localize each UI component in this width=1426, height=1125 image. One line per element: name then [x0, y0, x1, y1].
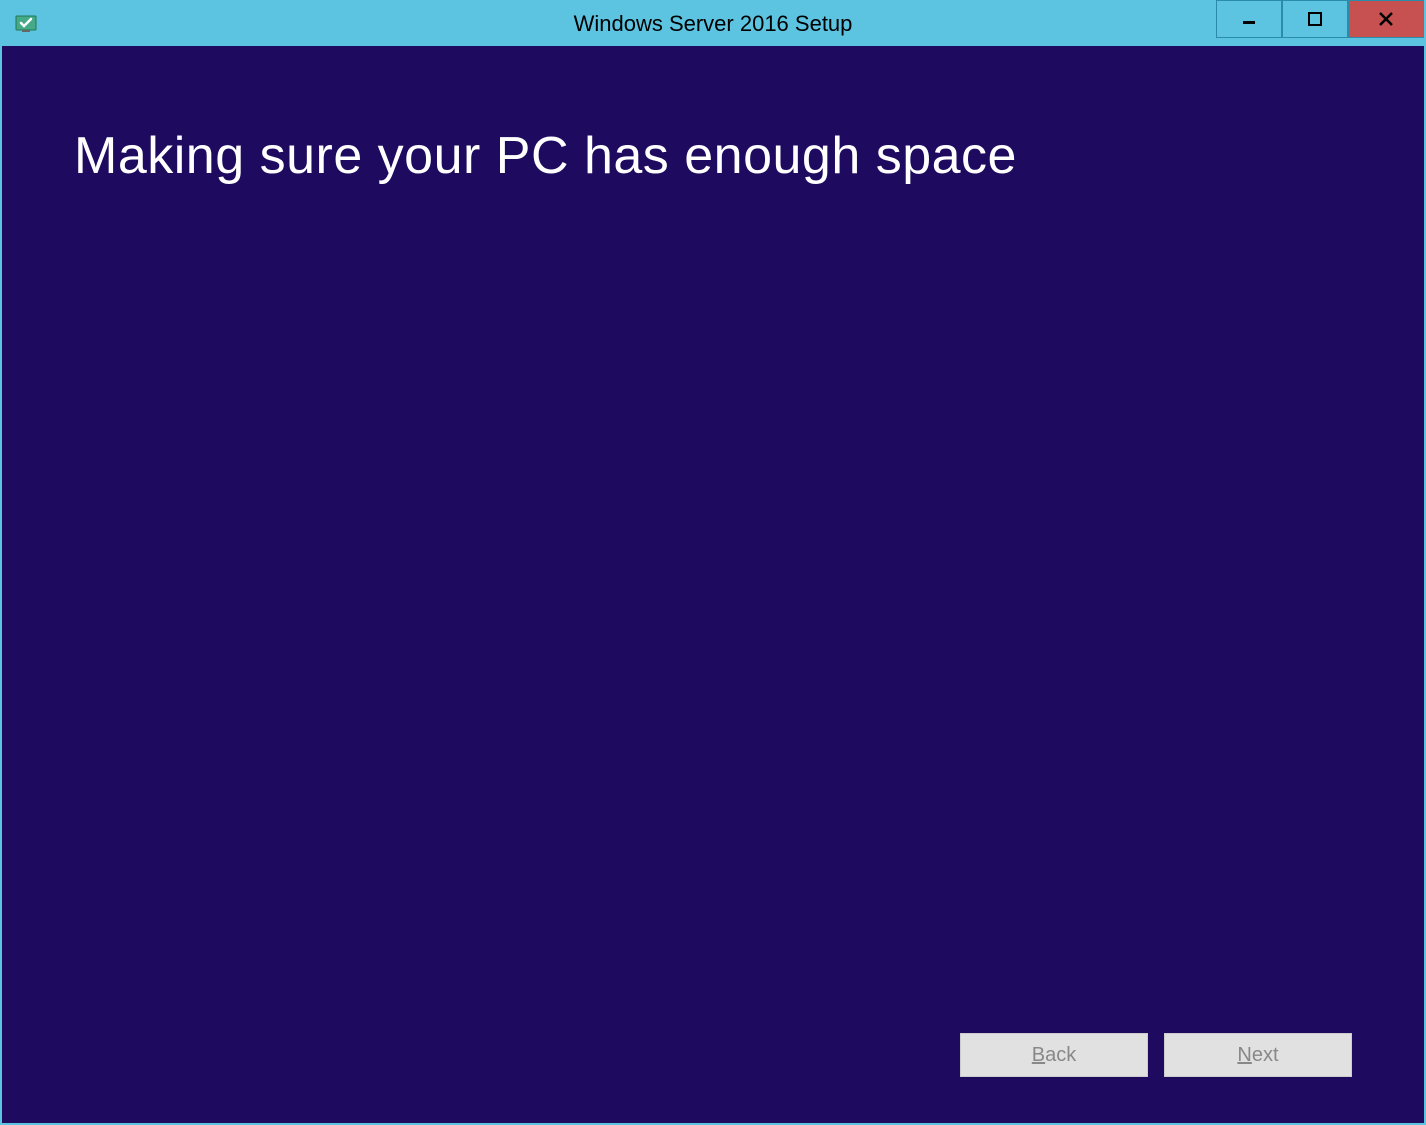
next-accesskey: N — [1237, 1044, 1251, 1066]
titlebar: Windows Server 2016 Setup — [2, 2, 1424, 46]
window-title: Windows Server 2016 Setup — [574, 11, 853, 37]
close-button[interactable] — [1348, 0, 1424, 38]
close-icon — [1378, 11, 1394, 27]
maximize-button[interactable] — [1282, 0, 1348, 38]
next-button[interactable]: Next — [1164, 1033, 1352, 1077]
minimize-button[interactable] — [1216, 0, 1282, 38]
content-area: Making sure your PC has enough space Bac… — [2, 46, 1424, 1123]
minimize-icon — [1241, 11, 1257, 27]
back-button[interactable]: Back — [960, 1033, 1148, 1077]
back-label-rest: ack — [1045, 1044, 1076, 1066]
setup-icon — [14, 12, 38, 36]
next-label-rest: ext — [1252, 1044, 1279, 1066]
navigation-buttons: Back Next — [960, 1033, 1352, 1077]
setup-window: Windows Server 2016 Setup Making sure yo — [0, 0, 1426, 1125]
maximize-icon — [1307, 11, 1323, 27]
page-heading: Making sure your PC has enough space — [74, 126, 1352, 186]
window-controls — [1216, 2, 1424, 46]
back-accesskey: B — [1032, 1044, 1045, 1066]
